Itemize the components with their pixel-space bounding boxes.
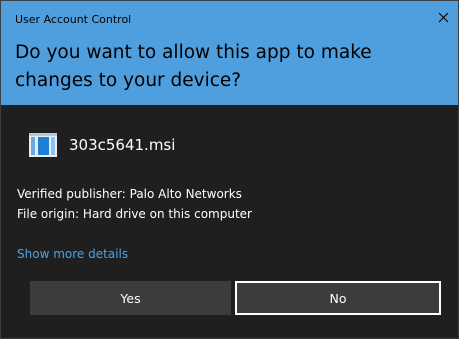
verified-publisher: Verified publisher: Palo Alto Networks [17, 187, 242, 201]
dialog-header: User Account Control Do you want to allo… [1, 1, 458, 105]
no-button[interactable]: No [235, 281, 441, 315]
uac-dialog: User Account Control Do you want to allo… [0, 0, 459, 339]
app-info-row: 303c5641.msi [29, 131, 175, 159]
file-name: 303c5641.msi [69, 136, 176, 154]
file-origin: File origin: Hard drive on this computer [17, 207, 252, 221]
yes-button-label: Yes [120, 290, 141, 306]
no-button-label: No [329, 290, 347, 306]
installer-package-icon [29, 133, 57, 157]
yes-button[interactable]: Yes [30, 281, 231, 315]
dialog-title: User Account Control [15, 13, 132, 26]
show-more-details-link[interactable]: Show more details [17, 247, 128, 261]
close-icon [438, 12, 448, 22]
close-button[interactable] [432, 7, 454, 27]
prompt-question: Do you want to allow this app to make ch… [15, 42, 372, 91]
